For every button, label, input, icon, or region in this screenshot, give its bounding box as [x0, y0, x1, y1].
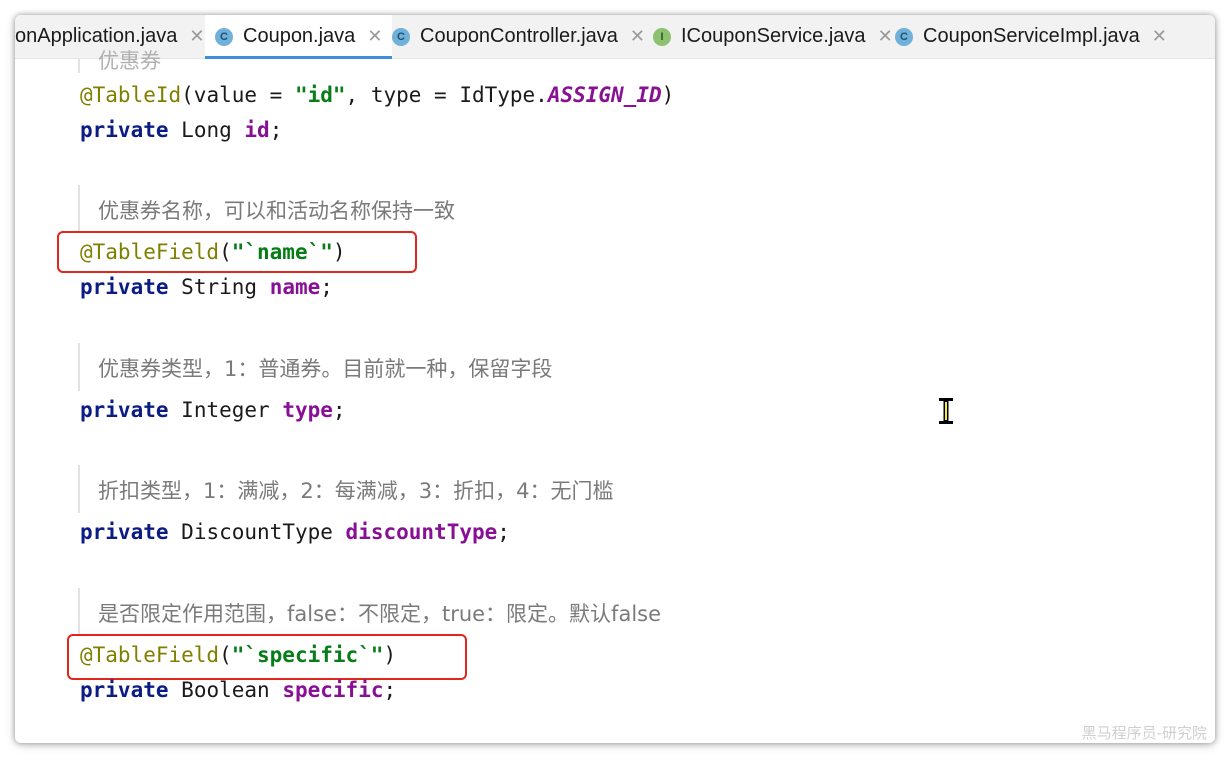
code-line-tablefield-name: @TableField("`name`")	[80, 240, 346, 264]
doc-comment-partial: 优惠券	[98, 49, 161, 73]
annotation: @TableField	[80, 643, 220, 667]
field-name: name	[269, 275, 321, 299]
doc-comment-bar	[78, 185, 80, 233]
tab-couponcontroller[interactable]: C CouponController.java ✕	[392, 15, 645, 58]
string-literal: "`specific`"	[231, 643, 384, 667]
field-name: id	[244, 118, 270, 142]
watermark: 黑马程序员-研究院	[1081, 724, 1207, 742]
close-icon[interactable]: ✕	[878, 26, 893, 47]
doc-comment-bar	[78, 465, 80, 513]
keyword: private	[80, 678, 169, 702]
interface-icon: I	[653, 27, 671, 46]
code-line-tablefield-specific: @TableField("`specific`")	[80, 643, 397, 667]
ide-window: onApplication.java ✕ C Coupon.java ✕ C C…	[15, 15, 1215, 743]
code-line-field-type: private Integer type;	[80, 398, 346, 422]
tab-label: ICouponService.java	[681, 25, 866, 47]
doc-comment-bar	[78, 588, 80, 636]
class-icon: C	[392, 27, 410, 46]
code-line-field-discount: private DiscountType discountType;	[80, 520, 510, 544]
field-name: discountType	[345, 520, 498, 544]
keyword: private	[80, 118, 169, 142]
class-icon: C	[895, 27, 913, 46]
keyword: private	[80, 275, 169, 299]
string-literal: "`name`"	[231, 240, 333, 264]
doc-comment-discount: 折扣类型，1：满减，2：每满减，3：折扣，4：无门槛	[98, 479, 614, 503]
doc-comment-bar	[78, 59, 80, 73]
tab-label: CouponController.java	[420, 25, 618, 47]
text-cursor-icon	[939, 398, 953, 424]
annotation: @TableField	[80, 240, 220, 264]
code-line-tableid: @TableId(value = "id", type = IdType.ASS…	[80, 83, 675, 107]
tab-label: CouponServiceImpl.java	[923, 25, 1140, 47]
tab-coupon[interactable]: C Coupon.java ✕	[205, 15, 393, 59]
code-line-field-id: private Long id;	[80, 118, 283, 142]
doc-comment-type: 优惠券类型，1：普通券。目前就一种，保留字段	[98, 357, 553, 381]
field-name: specific	[282, 678, 384, 702]
close-icon[interactable]: ✕	[189, 26, 204, 47]
field-name: type	[282, 398, 333, 422]
code-editor[interactable]: 优惠券 @TableId(value = "id", type = IdType…	[15, 49, 1215, 743]
close-icon[interactable]: ✕	[1152, 26, 1167, 47]
tab-label: Coupon.java	[243, 25, 356, 47]
doc-comment-bar	[78, 343, 80, 391]
close-icon[interactable]: ✕	[367, 26, 382, 47]
close-icon[interactable]: ✕	[630, 26, 645, 47]
keyword: private	[80, 398, 169, 422]
tab-couponserviceimpl[interactable]: C CouponServiceImpl.java ✕	[895, 15, 1167, 58]
doc-comment-name: 优惠券名称，可以和活动名称保持一致	[98, 199, 455, 223]
string-literal: "id"	[294, 83, 346, 107]
keyword: private	[80, 520, 169, 544]
tab-icouponservice[interactable]: I ICouponService.java ✕	[653, 15, 893, 58]
code-line-field-name: private String name;	[80, 275, 333, 299]
editor-tab-bar: onApplication.java ✕ C Coupon.java ✕ C C…	[15, 15, 1215, 59]
annotation: @TableId	[80, 83, 182, 107]
code-line-field-specific: private Boolean specific;	[80, 678, 397, 702]
enum-constant: ASSIGN_ID	[547, 83, 662, 107]
doc-comment-specific: 是否限定作用范围，false：不限定，true：限定。默认false	[98, 602, 662, 626]
class-icon: C	[215, 27, 233, 46]
